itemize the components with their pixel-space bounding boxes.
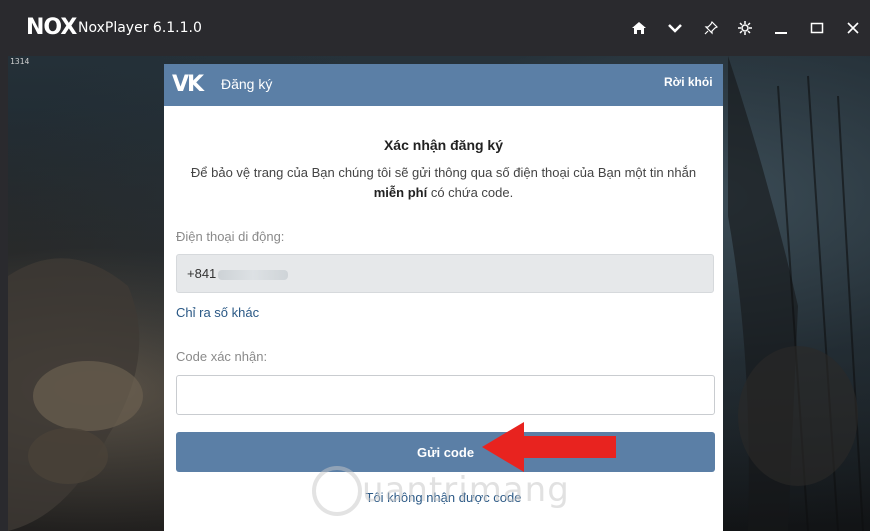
red-arrow-annotation	[482, 422, 616, 472]
phone-blurred-digits	[218, 269, 289, 280]
vk-logo: VK	[172, 72, 204, 97]
watermark: uantrimang	[362, 470, 570, 510]
dialog-header-title: Đăng ký	[221, 76, 273, 92]
code-label: Code xác nhận:	[176, 349, 268, 364]
dialog-title: Xác nhận đăng ký	[383, 137, 504, 153]
close-icon[interactable]	[840, 14, 866, 42]
gear-icon[interactable]	[732, 14, 758, 42]
description-bold: miễn phí	[373, 185, 428, 200]
phone-label: Điện thoại di động:	[176, 229, 285, 244]
fps-counter: 1314	[10, 57, 30, 66]
send-code-button[interactable]: Gửi code	[176, 432, 715, 472]
code-input[interactable]	[176, 375, 715, 415]
emulator-left-border	[0, 56, 8, 531]
window-title: NoxPlayer 6.1.1.0	[78, 20, 202, 36]
change-number-link[interactable]: Chỉ ra số khác	[176, 305, 259, 320]
maximize-icon[interactable]	[804, 14, 830, 42]
dialog-description: Để bảo vệ trang của Bạn chúng tôi sẽ gửi…	[176, 163, 711, 203]
chevron-down-icon[interactable]	[662, 14, 688, 42]
description-text-end: có chứa code.	[427, 185, 514, 200]
phone-value: +841	[187, 266, 217, 281]
minimize-icon[interactable]	[768, 14, 794, 42]
exit-button[interactable]: Rời khỏi	[664, 75, 713, 89]
pin-icon[interactable]	[698, 14, 724, 42]
phone-field: +841	[176, 254, 714, 293]
home-icon[interactable]	[626, 14, 652, 42]
watermark-logo	[312, 466, 362, 516]
description-text: Để bảo vệ trang của Bạn chúng tôi sẽ gửi…	[190, 165, 697, 180]
nox-logo: NOX	[26, 15, 77, 40]
